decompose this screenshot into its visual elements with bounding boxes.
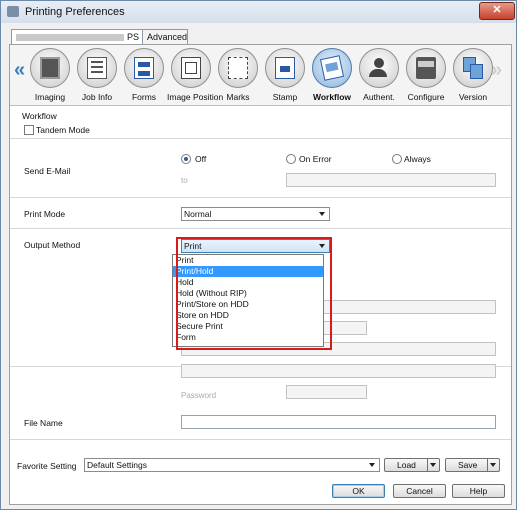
save-label: Save: [458, 460, 478, 470]
email-off-radio[interactable]: [181, 154, 191, 164]
load-dropdown-icon[interactable]: [427, 459, 439, 471]
email-off-label: Off: [195, 154, 207, 164]
toolbar-forms-label: Forms: [131, 92, 157, 102]
file-name-label: File Name: [24, 418, 63, 428]
toolbar-forms[interactable]: Forms: [120, 48, 168, 102]
toolbar-job-info-label: Job Info: [81, 92, 113, 102]
toolbar-imaging-label: Imaging: [34, 92, 66, 102]
email-on-error-label: On Error: [299, 154, 332, 164]
print-mode-section: Print Mode Normal: [10, 198, 511, 229]
send-email-section: Send E-Mail Off On Error Always to: [10, 139, 511, 198]
print-mode-label: Print Mode: [24, 209, 66, 219]
file-name-section: File Name: [10, 406, 511, 440]
file-name-field[interactable]: [181, 415, 496, 429]
toolbar-configure-label: Configure: [407, 92, 445, 102]
email-always-label: Always: [404, 154, 431, 164]
ok-button[interactable]: OK: [332, 484, 385, 498]
toolbar-image-position-label: Image Position: [167, 92, 224, 102]
favorite-setting-value: Default Settings: [87, 460, 148, 470]
marks-icon: [228, 57, 248, 79]
window-title: Printing Preferences: [25, 6, 125, 18]
section-title: Workflow: [22, 111, 57, 121]
save-dropdown-icon[interactable]: [487, 459, 499, 471]
print-mode-value: Normal: [184, 209, 212, 219]
print-mode-select[interactable]: Normal: [181, 207, 330, 221]
toolbar-stamp[interactable]: Stamp: [261, 48, 309, 102]
password-field[interactable]: [286, 385, 367, 399]
background-field-4: [181, 364, 496, 378]
printer-icon: [7, 6, 19, 17]
function-toolbar: « » Imaging Job Info Forms Image Positio…: [10, 45, 511, 106]
toolbar-version[interactable]: Version: [449, 48, 497, 102]
send-email-label: Send E-Mail: [24, 166, 71, 176]
email-on-error-radio[interactable]: [286, 154, 296, 164]
stamp-icon: [275, 57, 295, 79]
version-icon: [463, 57, 483, 79]
email-always-radio[interactable]: [392, 154, 402, 164]
image-position-icon: [181, 57, 201, 79]
printer-model-redacted: [16, 34, 124, 42]
toolbar-version-label: Version: [458, 92, 488, 102]
toolbar-authentication[interactable]: Authent.: [355, 48, 403, 102]
toolbar-marks[interactable]: Marks: [214, 48, 262, 102]
load-button[interactable]: Load: [384, 458, 440, 472]
title-bar: Printing Preferences ✕: [1, 1, 516, 23]
scroll-left-arrow[interactable]: «: [14, 59, 25, 82]
chevron-down-icon: [319, 212, 325, 216]
email-to-label: to: [181, 176, 188, 185]
cancel-button[interactable]: Cancel: [393, 484, 446, 498]
highlight-box: [176, 237, 332, 350]
tandem-mode-label: Tandem Mode: [36, 125, 90, 135]
toolbar-job-info[interactable]: Job Info: [73, 48, 121, 102]
save-button[interactable]: Save: [445, 458, 500, 472]
toolbar-stamp-label: Stamp: [272, 92, 298, 102]
tab-ps-label: PS: [127, 32, 140, 42]
toolbar-workflow[interactable]: Workflow: [308, 48, 356, 102]
close-button[interactable]: ✕: [479, 2, 515, 20]
toolbar-imaging[interactable]: Imaging: [26, 48, 74, 102]
email-address-field[interactable]: [286, 173, 496, 187]
toolbar-authentication-label: Authent.: [363, 92, 395, 102]
imaging-icon: [40, 57, 60, 79]
authentication-icon: [369, 57, 389, 79]
toolbar-configure[interactable]: Configure: [402, 48, 450, 102]
chevron-down-icon: [369, 463, 375, 467]
favorite-setting-select[interactable]: Default Settings: [84, 458, 380, 472]
password-label: Password: [181, 391, 217, 400]
load-label: Load: [397, 460, 416, 470]
configure-icon: [416, 57, 436, 79]
toolbar-marks-label: Marks: [226, 92, 250, 102]
help-button[interactable]: Help: [452, 484, 505, 498]
toolbar-workflow-label: Workflow: [312, 92, 352, 102]
printing-preferences-window: Printing Preferences ✕ PS Advanced « » I…: [0, 0, 517, 510]
forms-icon: [134, 57, 154, 79]
workflow-icon: [319, 55, 345, 81]
output-method-label: Output Method: [24, 240, 81, 250]
toolbar-image-position[interactable]: Image Position: [167, 48, 224, 102]
tab-ps[interactable]: PS: [11, 29, 145, 45]
favorite-setting-label: Favorite Setting: [17, 461, 77, 471]
job-info-icon: [87, 57, 107, 79]
tab-advanced[interactable]: Advanced: [142, 29, 188, 44]
footer: Favorite Setting Default Settings Load S…: [1, 456, 517, 508]
tandem-mode-checkbox[interactable]: [24, 125, 34, 135]
workflow-section: Workflow Tandem Mode: [10, 106, 511, 139]
